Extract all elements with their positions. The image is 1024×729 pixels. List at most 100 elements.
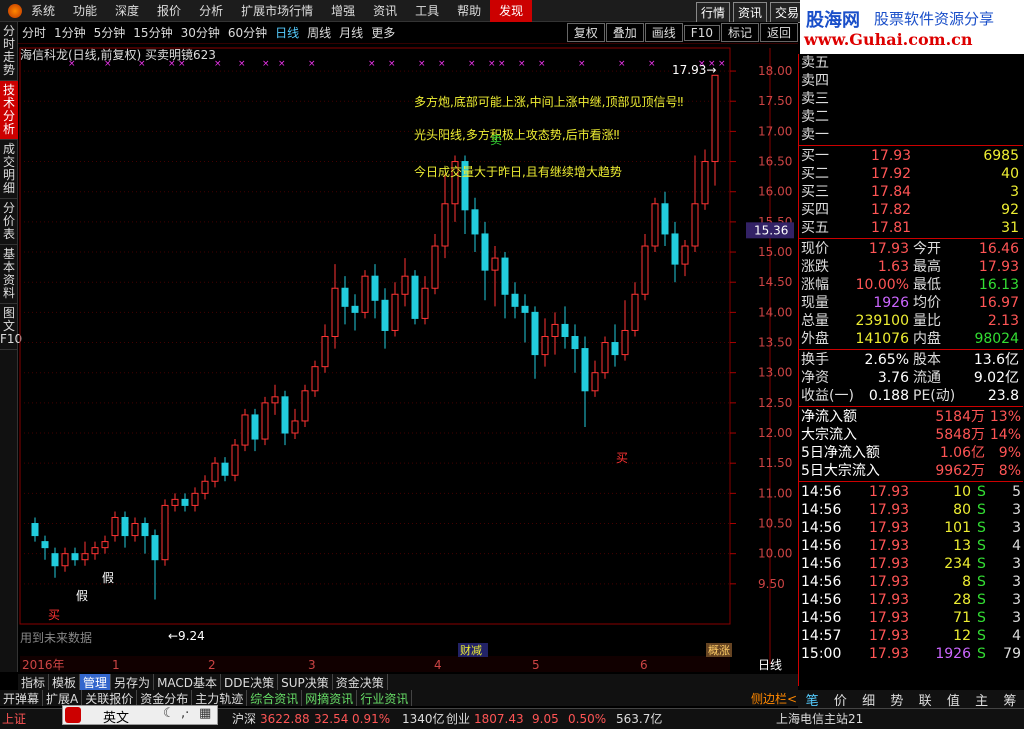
btn-trade[interactable]: 交易 (769, 2, 804, 23)
tab-industry-news[interactable]: 行业资讯 (357, 690, 413, 706)
tab-trades[interactable]: 成交明细 (0, 140, 18, 199)
x-tick-label: 6 (640, 658, 648, 672)
period-daily[interactable]: 日线 (271, 24, 303, 41)
menu-help[interactable]: 帮助 (448, 0, 490, 22)
candle-body (711, 74, 719, 163)
btn-market[interactable]: 行情 (695, 2, 730, 23)
rtab-2[interactable]: 细 (862, 690, 875, 709)
candle-body (491, 257, 499, 271)
tab-price-table[interactable]: 分价表 (0, 199, 18, 245)
period-15min[interactable]: 15分钟 (129, 24, 176, 41)
rtab-3[interactable]: 势 (890, 690, 903, 709)
tab-fund[interactable]: 资金决策 (333, 674, 388, 690)
x-axis-bar (20, 656, 730, 672)
btn-mark[interactable]: 标记 (720, 23, 759, 42)
tab-related[interactable]: 关联报价 (82, 690, 138, 706)
indicator-tabs: 指标 模板 管理 另存为 MACD基本 DDE决策 SUP决策 资金决策 (18, 674, 798, 690)
tick-row-cell: 28 (953, 592, 971, 608)
candle-body (611, 342, 619, 356)
tab-save-as[interactable]: 另存为 (111, 674, 155, 690)
candle-body (631, 293, 639, 331)
period-monthly[interactable]: 月线 (335, 24, 367, 41)
tab-sup[interactable]: SUP决策 (278, 674, 333, 690)
rtab-6[interactable]: 主 (975, 690, 988, 709)
rtab-0[interactable]: 笔 (806, 690, 819, 709)
menu-depth[interactable]: 深度 (106, 0, 148, 22)
rtab-1[interactable]: 价 (834, 690, 847, 709)
tab-ext-a[interactable]: 扩展A (43, 690, 83, 706)
candle-body (591, 372, 599, 392)
btn-f10[interactable]: F10 (683, 24, 720, 41)
rtab-7[interactable]: 筹 (1003, 690, 1016, 709)
btn-back[interactable]: 返回 (759, 23, 798, 42)
candle-body (421, 287, 429, 319)
y-tick-label: 10.00 (758, 547, 792, 561)
rtab-4[interactable]: 联 (919, 690, 932, 709)
btn-adjust[interactable]: 复权 (566, 23, 605, 42)
menu-function[interactable]: 功能 (64, 0, 106, 22)
tab-dde[interactable]: DDE决策 (221, 674, 279, 690)
flow-row: 大宗流入 5848万 14% (799, 426, 1023, 444)
period-weekly[interactable]: 周线 (303, 24, 335, 41)
tick-row-cell: 71 (953, 610, 971, 626)
moon-icon[interactable]: ☾ (163, 706, 175, 721)
tab-danmu[interactable]: 开弹幕 (0, 690, 44, 706)
flow-row: 净流入额 5184万 13% (799, 408, 1023, 426)
period-more[interactable]: 更多 (367, 24, 399, 41)
candle-body (351, 305, 359, 313)
sidebar-toggle[interactable]: 侧边栏< (748, 690, 800, 706)
signal-marker: × (498, 59, 506, 69)
day-line-label: 日线 (758, 658, 782, 672)
menu-enhance[interactable]: 增强 (322, 0, 364, 22)
y-tick-label: 14.00 (758, 305, 792, 319)
tab-macd[interactable]: MACD基本 (154, 674, 222, 690)
tab-web-news[interactable]: 网摘资讯 (302, 690, 358, 706)
ask-row: 卖二 (799, 108, 1023, 126)
tab-general-news[interactable]: 综合资讯 (247, 690, 303, 706)
period-intraday[interactable]: 分时 (18, 24, 50, 41)
stat-row-cell: 现价 (801, 241, 829, 257)
keyboard-icon[interactable]: ▦ (199, 706, 211, 721)
stat2-row-cell: 换手 (801, 352, 829, 368)
btn-draw[interactable]: 画线 (644, 23, 683, 42)
future-data-note: 用到未来数据 (20, 630, 92, 645)
menu-info[interactable]: 资讯 (364, 0, 406, 22)
tick-row: 14:56 17.93 8 S 3 (799, 573, 1023, 591)
period-30min[interactable]: 30分钟 (177, 24, 224, 41)
tick-row-cell: 3 (1012, 556, 1021, 572)
tab-template[interactable]: 模板 (49, 674, 81, 690)
tick-row-cell: 14:56 (801, 484, 842, 500)
period-5min[interactable]: 5分钟 (90, 24, 130, 41)
period-60min[interactable]: 60分钟 (224, 24, 271, 41)
tick-row-cell: S (977, 484, 986, 500)
menu-ext-market[interactable]: 扩展市场行情 (232, 0, 322, 22)
tab-manage[interactable]: 管理 (80, 674, 112, 690)
menu-tools[interactable]: 工具 (406, 0, 448, 22)
tab-fund-dist[interactable]: 资金分布 (137, 690, 193, 706)
tab-indicator[interactable]: 指标 (18, 674, 50, 690)
tab-f10[interactable]: 图文F10 (0, 304, 22, 350)
tab-technical[interactable]: 技术分析 (0, 81, 18, 140)
cy-pct: 0.50% (568, 712, 607, 726)
candle-body (201, 480, 209, 494)
menu-discover[interactable]: 发现 (490, 0, 533, 22)
y-tick-label: 13.50 (758, 336, 792, 350)
menu-system[interactable]: 系统 (22, 0, 64, 22)
punct-icon[interactable]: ,· (181, 706, 189, 721)
ime-toolbar[interactable]: 英文 ☾ ,· ▦ (62, 705, 218, 726)
menu-quote[interactable]: 报价 (148, 0, 190, 22)
tick-row-cell: 14:56 (801, 538, 842, 554)
ime-language[interactable]: 英文 (103, 707, 129, 726)
tab-main-track[interactable]: 主力轨迹 (192, 690, 248, 706)
hs-value: 3622.88 (260, 712, 310, 726)
menu-analysis[interactable]: 分析 (190, 0, 232, 22)
rtab-5[interactable]: 值 (947, 690, 960, 709)
tab-fundamentals[interactable]: 基本资料 (0, 245, 18, 304)
btn-news[interactable]: 资讯 (732, 2, 767, 23)
tab-intraday[interactable]: 分时走势 (0, 22, 18, 81)
candle-body (701, 161, 709, 205)
btn-overlay[interactable]: 叠加 (605, 23, 644, 42)
kline-chart[interactable]: 18.0017.5017.0016.5016.0015.5015.0014.50… (18, 44, 798, 674)
annotation-1: 多方炮,底部可能上涨,中间上涨中继,顶部见顶信号‼ (414, 94, 683, 109)
period-1min[interactable]: 1分钟 (50, 24, 90, 41)
